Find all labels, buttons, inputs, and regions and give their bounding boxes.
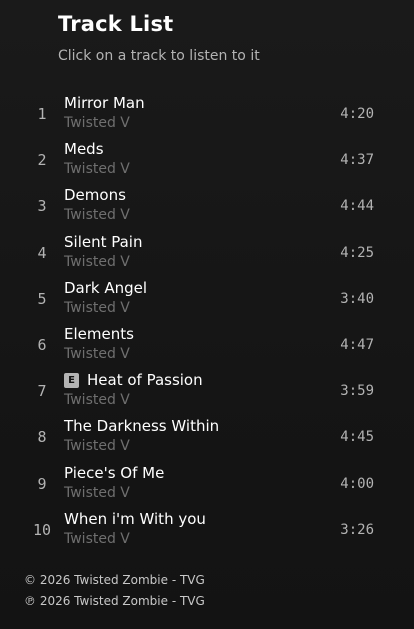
tracklist-panel: Track List Click on a track to listen to… [0, 0, 414, 629]
track-row[interactable]: 1 Mirror Man Twisted V 4:20 [0, 90, 414, 136]
track-title-text: Mirror Man [64, 94, 145, 112]
track-row[interactable]: 10 When i'm With you Twisted V 3:26 [0, 506, 414, 552]
track-row[interactable]: 2 Meds Twisted V 4:37 [0, 136, 414, 182]
track-duration: 4:44 [340, 198, 374, 215]
track-title: Demons [64, 186, 126, 204]
track-row[interactable]: 9 Piece's Of Me Twisted V 4:00 [0, 460, 414, 506]
page-subtitle: Click on a track to listen to it [58, 48, 260, 64]
track-row[interactable]: 6 Elements Twisted V 4:47 [0, 321, 414, 367]
track-title: Mirror Man [64, 94, 145, 112]
track-duration: 4:25 [340, 244, 374, 261]
track-artist[interactable]: Twisted V [64, 254, 130, 270]
track-title: The Darkness Within [64, 417, 219, 435]
track-duration: 4:00 [340, 475, 374, 492]
track-artist[interactable]: Twisted V [64, 438, 130, 454]
track-title-text: Dark Angel [64, 278, 148, 297]
explicit-badge-icon: E [64, 372, 79, 388]
track-title-text: The Darkness Within [64, 417, 220, 436]
track-title: Dark Angel [64, 279, 147, 297]
track-number: 2 [37, 151, 47, 170]
track-title: E Heat of Passion [64, 371, 203, 389]
track-artist[interactable]: Twisted V [64, 115, 130, 131]
track-duration: 4:47 [340, 336, 374, 353]
track-title: Elements [64, 325, 134, 343]
copyright-line: © 2026 Twisted Zombie - TVG [24, 573, 205, 587]
track-title: Piece's Of Me [64, 464, 164, 482]
track-title: Silent Pain [64, 233, 142, 251]
track-row[interactable]: 4 Silent Pain Twisted V 4:25 [0, 229, 414, 275]
track-artist[interactable]: Twisted V [64, 531, 130, 547]
track-artist[interactable]: Twisted V [64, 392, 130, 408]
track-duration: 3:26 [340, 521, 374, 538]
track-title-text: Elements [64, 324, 134, 343]
track-number: 4 [37, 243, 47, 262]
copyright-footer: © 2026 Twisted Zombie - TVG ℗ 2026 Twist… [24, 573, 205, 615]
track-number: 8 [37, 428, 47, 447]
track-row[interactable]: 7 E Heat of Passion Twisted V 3:59 [0, 367, 414, 413]
track-artist[interactable]: Twisted V [64, 161, 130, 177]
track-title-text: Silent Pain [64, 232, 143, 251]
track-duration: 3:40 [340, 290, 374, 307]
track-duration: 4:20 [340, 106, 374, 122]
track-title-text: Demons [64, 186, 126, 205]
track-number: 1 [37, 105, 47, 123]
track-row[interactable]: 8 The Darkness Within Twisted V 4:45 [0, 413, 414, 459]
page-title: Track List [58, 12, 174, 36]
track-title-text: Heat of Passion [87, 371, 203, 390]
track-artist[interactable]: Twisted V [64, 346, 130, 362]
track-number: 9 [37, 474, 47, 493]
track-number: 6 [37, 335, 47, 354]
track-number: 3 [37, 197, 47, 216]
track-artist[interactable]: Twisted V [64, 207, 130, 223]
track-duration: 4:45 [340, 429, 374, 446]
track-title-text: When i'm With you [64, 509, 206, 528]
track-title-text: Meds [64, 140, 104, 159]
track-number: 5 [37, 289, 47, 308]
track-artist[interactable]: Twisted V [64, 485, 130, 501]
track-title: When i'm With you [64, 510, 206, 528]
track-duration: 4:37 [340, 152, 374, 169]
track-number: 7 [37, 382, 47, 401]
track-row[interactable]: 5 Dark Angel Twisted V 3:40 [0, 275, 414, 321]
track-title-text: Piece's Of Me [64, 463, 165, 482]
track-number: 10 [32, 520, 52, 539]
phonogram-line: ℗ 2026 Twisted Zombie - TVG [24, 594, 205, 608]
track-list: 1 Mirror Man Twisted V 4:20 2 Meds Twist… [0, 90, 414, 552]
track-row[interactable]: 3 Demons Twisted V 4:44 [0, 182, 414, 228]
track-title: Meds [64, 140, 104, 158]
track-artist[interactable]: Twisted V [64, 300, 130, 316]
track-duration: 3:59 [340, 383, 374, 400]
